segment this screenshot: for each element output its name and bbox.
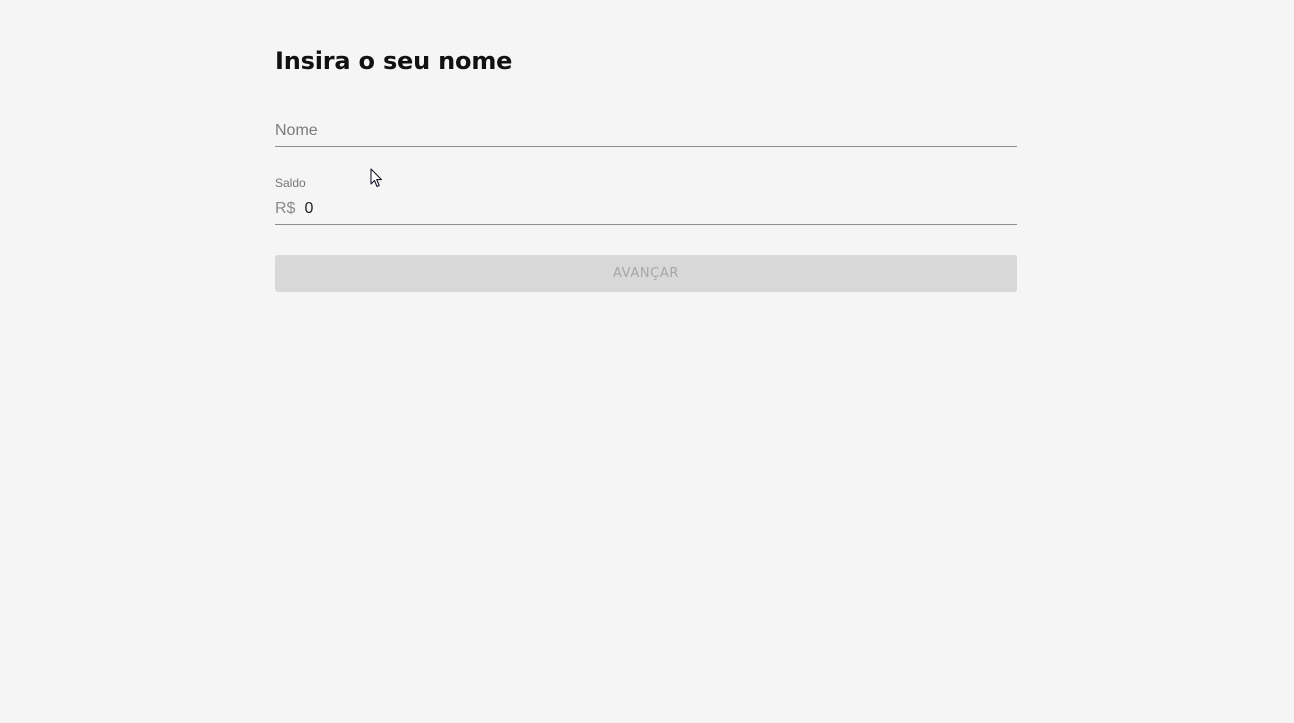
balance-field[interactable]: Saldo R$ 0 (275, 176, 1017, 225)
balance-input[interactable]: 0 (304, 200, 313, 218)
name-input[interactable] (275, 122, 1017, 140)
advance-button[interactable]: AVANÇAR (275, 255, 1017, 292)
page-title: Insira o seu nome (275, 47, 513, 75)
balance-label: Saldo (275, 176, 306, 190)
name-form: Insira o seu nome Saldo R$ 0 AVANÇAR (275, 44, 1017, 292)
page: Insira o seu nome Saldo R$ 0 AVANÇAR (0, 0, 1294, 723)
balance-input-row[interactable]: R$ 0 (275, 200, 1017, 218)
name-field[interactable] (275, 116, 1017, 147)
currency-prefix: R$ (275, 200, 296, 217)
